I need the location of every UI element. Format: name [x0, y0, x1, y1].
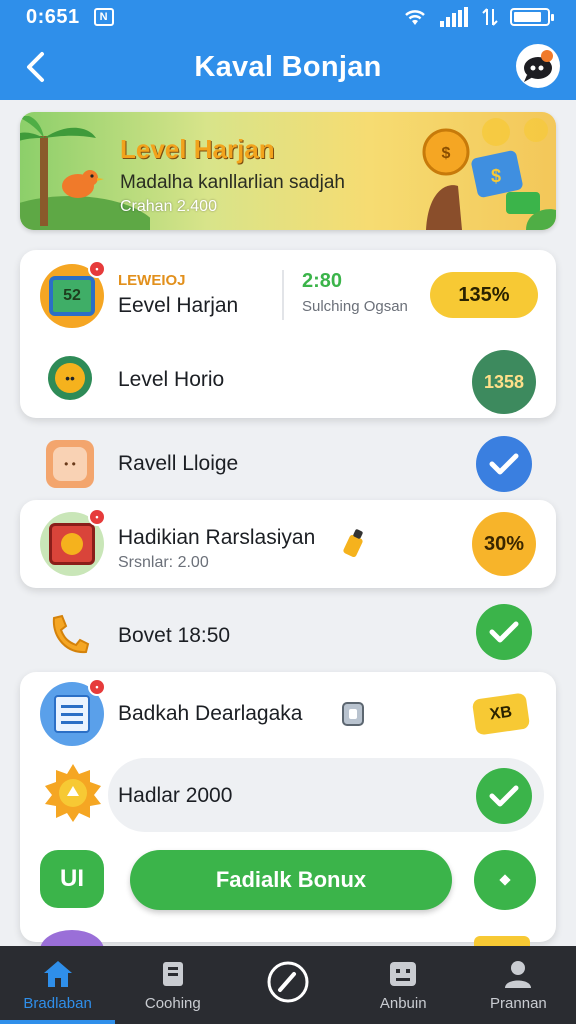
percent-pill[interactable]: 135% — [430, 272, 538, 318]
grid-face-icon — [390, 961, 417, 986]
wifi-icon — [405, 10, 425, 25]
row6-label: Badkah Dearlagaka — [118, 702, 303, 725]
nav-label-coaching: Coohing — [144, 994, 201, 1012]
xb-tag[interactable]: XB — [471, 692, 531, 736]
promo-banner[interactable]: Level Harjan Madalha kanllarlian sadjah … — [20, 112, 556, 230]
nav-tab-center[interactable] — [230, 946, 345, 1024]
next-button[interactable] — [474, 850, 536, 910]
uh-icon[interactable]: UI — [40, 850, 104, 908]
row4-sub: Srsnlar: 2.00 — [118, 554, 209, 571]
nav-tab-coaching[interactable]: Coohing — [115, 946, 230, 1024]
smiley-icon: •• — [48, 356, 92, 400]
level-circle[interactable]: 1358 — [472, 350, 536, 414]
signal-icon — [440, 7, 468, 27]
percent-circle[interactable]: 30% — [472, 512, 536, 576]
row4-label: Hadikian Rarslasiyan — [118, 526, 316, 549]
back-button[interactable] — [18, 48, 52, 86]
coins-illustration: $ $ — [422, 118, 556, 230]
page-title: Kaval Bonjan — [194, 50, 382, 83]
notification-icon: N — [93, 8, 114, 26]
status-time: 0:651 — [26, 5, 80, 28]
row1-value-sub: Sulching Ogsan — [302, 298, 408, 315]
battery-icon — [510, 8, 554, 26]
data-icon — [482, 8, 498, 26]
check-green-button[interactable] — [476, 604, 532, 660]
banner-subtitle: Madalha kanllarlian sadjah — [120, 172, 345, 193]
svg-text:$: $ — [491, 166, 501, 186]
bonus-button[interactable]: Fadialk Bonux — [130, 850, 452, 910]
row7-label: Hadlar 2000 — [118, 784, 233, 807]
level-icon-screen: 52 — [49, 276, 95, 316]
row5-label: Bovet 18:50 — [118, 624, 231, 647]
home-icon — [43, 960, 72, 987]
nav-label-home: Bradlaban — [23, 994, 92, 1012]
checkmark-icon — [489, 621, 519, 643]
nav-tab-home[interactable]: Bradlaban — [0, 946, 116, 1024]
banner-title: Level Harjan — [120, 134, 275, 164]
row1-label: Eevel Harjan — [118, 294, 239, 317]
checkmark-icon — [489, 453, 519, 475]
nav-tab-profile[interactable]: Prannan — [461, 946, 576, 1024]
phone-icon — [52, 614, 90, 654]
compass-icon — [267, 961, 309, 1003]
row3-label: Ravell Lloige — [118, 452, 239, 475]
svg-text:$: $ — [442, 145, 451, 162]
nav-tab-anbuin[interactable]: Anbuin — [346, 946, 461, 1024]
person-icon — [505, 960, 532, 988]
status-bar: 0:651 N — [0, 0, 576, 34]
app-header: Kaval Bonjan — [0, 34, 576, 100]
notification-badge: • — [88, 260, 106, 278]
document-icon: • — [40, 678, 106, 746]
book-icon — [162, 961, 183, 986]
chat-button[interactable] — [516, 44, 560, 88]
tag-icon — [343, 529, 363, 558]
face-icon: • • — [46, 440, 94, 488]
row1-value: 2:80 — [302, 270, 343, 292]
gift-box-icon: • — [40, 508, 106, 576]
level-badge-icon: 52 • — [40, 260, 106, 328]
chat-bubble-icon — [524, 50, 553, 82]
sun-badge-icon — [45, 764, 101, 822]
row1-divider — [282, 270, 284, 320]
check-blue-button[interactable] — [476, 436, 532, 492]
bottom-nav: Bradlaban Coohing Anbuin Prannan — [0, 946, 576, 1024]
nav-label-anbuin: Anbuin — [379, 994, 427, 1012]
row2-label: Level Horio — [118, 368, 225, 391]
row1-eyebrow: LEWEIOJ — [118, 272, 186, 289]
nav-label-profile: Prannan — [490, 994, 547, 1012]
chevron-left-icon — [27, 52, 44, 82]
checkmark-icon — [489, 785, 519, 807]
banner-meta: Crahan 2.400 — [120, 198, 217, 215]
check-green-button-2[interactable] — [476, 768, 532, 824]
clipboard-icon — [342, 702, 364, 726]
